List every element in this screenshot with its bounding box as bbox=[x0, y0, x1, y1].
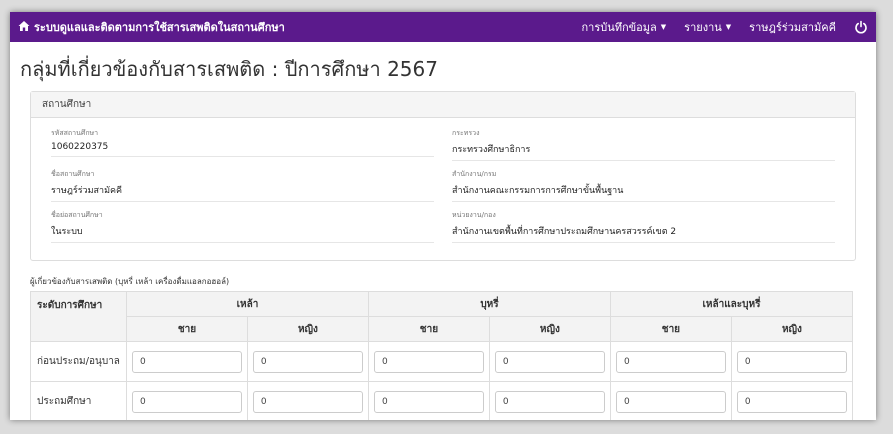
field-agency: หน่วยงาน/กอง สำนักงานเขตพื้นที่การศึกษาป… bbox=[452, 210, 835, 251]
page-title: กลุ่มที่เกี่ยวข้องกับสารเสพติด : ปีการศึ… bbox=[20, 57, 438, 81]
school-info-panel: สถานศึกษา รหัสสถานศึกษา 1060220375 กระทร… bbox=[30, 91, 856, 261]
both-male-input[interactable] bbox=[615, 350, 726, 373]
brand[interactable]: ระบบดูแลและติดตามการใช้สารเสพติดในสถานศึ… bbox=[18, 18, 285, 36]
field-label: ชื่อย่อสถานศึกษา bbox=[51, 211, 103, 219]
app-window: ระบบดูแลและติดตามการใช้สารเสพติดในสถานศึ… bbox=[10, 12, 876, 420]
cigarette-female-input[interactable] bbox=[494, 350, 605, 373]
field-school-name: ชื่อสถานศึกษา ราษฎร์ร่วมสามัคคี bbox=[51, 169, 434, 210]
field-value: ในระบบ bbox=[51, 224, 434, 243]
field-label: ชื่อสถานศึกษา bbox=[51, 170, 95, 178]
nav-menu: การบันทึกข้อมูล ▼ รายงาน ▼ ราษฎร์ร่วมสาม… bbox=[582, 18, 869, 36]
alcohol-male-input[interactable] bbox=[132, 390, 242, 413]
header-group-cigarette: บุหรี่ bbox=[367, 291, 611, 317]
both-male-input[interactable] bbox=[615, 390, 726, 413]
both-female-input[interactable] bbox=[736, 350, 847, 373]
field-school-code: รหัสสถานศึกษา 1060220375 bbox=[51, 128, 434, 169]
field-school-short-name: ชื่อย่อสถานศึกษา ในระบบ bbox=[51, 210, 434, 251]
panel-heading: สถานศึกษา bbox=[31, 92, 855, 118]
power-icon[interactable] bbox=[854, 20, 868, 34]
header-female: หญิง bbox=[488, 316, 611, 342]
field-label: กระทรวง bbox=[452, 129, 480, 137]
alcohol-male-input[interactable] bbox=[132, 350, 242, 373]
field-ministry: กระทรวง กระทรวงศึกษาธิการ bbox=[452, 128, 835, 169]
field-office: สำนักงาน/กรม สำนักงานคณะกรรมการการศึกษาข… bbox=[452, 169, 835, 210]
header-group-alcohol: เหล้า bbox=[126, 291, 369, 317]
menu-school-name-label: ราษฎร์ร่วมสามัคคี bbox=[749, 21, 836, 34]
alcohol-female-input[interactable] bbox=[252, 350, 363, 373]
field-label: สำนักงาน/กรม bbox=[452, 170, 497, 178]
top-navbar: ระบบดูแลและติดตามการใช้สารเสพติดในสถานศึ… bbox=[10, 12, 876, 42]
menu-reports-label: รายงาน bbox=[684, 21, 722, 34]
header-female: หญิง bbox=[246, 316, 369, 342]
caret-down-icon: ▼ bbox=[725, 23, 732, 31]
field-value: 1060220375 bbox=[51, 142, 434, 157]
header-group-both: เหล้าและบุหรี่ bbox=[609, 291, 854, 317]
cigarette-female-input[interactable] bbox=[494, 390, 605, 413]
both-female-input[interactable] bbox=[736, 390, 847, 413]
field-value: ราษฎร์ร่วมสามัคคี bbox=[51, 183, 434, 202]
cigarette-male-input[interactable] bbox=[373, 390, 484, 413]
cigarette-male-input[interactable] bbox=[373, 350, 484, 373]
menu-school-name[interactable]: ราษฎร์ร่วมสามัคคี bbox=[749, 18, 836, 36]
header-female: หญิง bbox=[730, 316, 854, 342]
header-male: ชาย bbox=[367, 316, 490, 342]
field-label: รหัสสถานศึกษา bbox=[51, 129, 99, 137]
menu-data-entry-label: การบันทึกข้อมูล bbox=[581, 21, 657, 34]
header-male: ชาย bbox=[609, 316, 732, 342]
menu-reports[interactable]: รายงาน ▼ bbox=[684, 18, 731, 36]
alcohol-female-input[interactable] bbox=[252, 390, 363, 413]
caret-down-icon: ▼ bbox=[660, 23, 667, 31]
section-label: ผู้เกี่ยวข้องกับสารเสพติด (บุหรี่ เหล้า … bbox=[30, 277, 230, 286]
substance-stats-table: ระดับการศึกษา เหล้า บุหรี่ เหล้าและบุหรี… bbox=[30, 291, 854, 420]
row-label: ก่อนประถม/อนุบาล bbox=[30, 341, 127, 382]
table-row: ประถมศึกษา bbox=[30, 381, 854, 420]
menu-data-entry[interactable]: การบันทึกข้อมูล ▼ bbox=[582, 18, 667, 36]
field-label: หน่วยงาน/กอง bbox=[452, 211, 496, 219]
home-icon bbox=[18, 20, 30, 35]
header-education-level: ระดับการศึกษา bbox=[30, 291, 127, 342]
field-value: สำนักงานเขตพื้นที่การศึกษาประถมศึกษานครส… bbox=[452, 224, 835, 243]
brand-title: ระบบดูแลและติดตามการใช้สารเสพติดในสถานศึ… bbox=[34, 21, 285, 34]
field-value: สำนักงานคณะกรรมการการศึกษาขั้นพื้นฐาน bbox=[452, 183, 835, 202]
field-value: กระทรวงศึกษาธิการ bbox=[452, 142, 835, 161]
panel-body: รหัสสถานศึกษา 1060220375 กระทรวง กระทรวง… bbox=[31, 118, 855, 251]
table-row: ก่อนประถม/อนุบาล bbox=[30, 341, 854, 382]
header-male: ชาย bbox=[126, 316, 248, 342]
row-label: ประถมศึกษา bbox=[30, 381, 127, 420]
